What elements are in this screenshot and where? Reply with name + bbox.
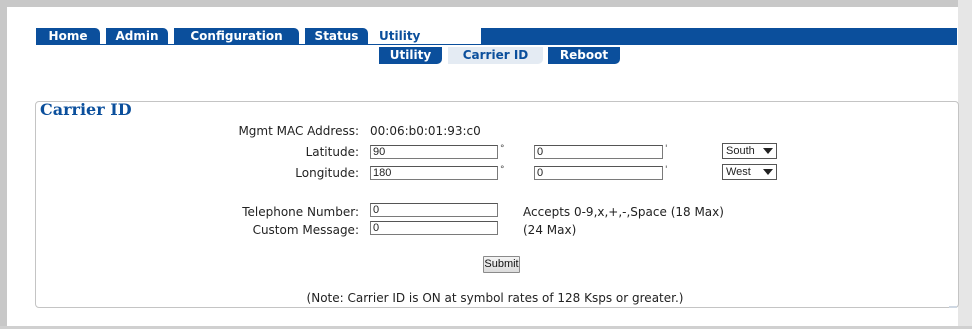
tab-utility[interactable]: Utility bbox=[374, 29, 481, 44]
subtab-reboot[interactable]: Reboot bbox=[548, 47, 620, 64]
minute-symbol: ' bbox=[665, 165, 668, 175]
carrier-id-note: (Note: Carrier ID is ON at symbol rates … bbox=[306, 291, 684, 305]
latitude-direction-select[interactable]: South bbox=[722, 143, 777, 159]
telephone-number-input[interactable]: 0 bbox=[370, 203, 498, 217]
degree-symbol: ° bbox=[500, 144, 505, 154]
tab-admin[interactable]: Admin bbox=[106, 28, 168, 45]
panel-title: Carrier ID bbox=[39, 102, 135, 118]
longitude-label: Longitude: bbox=[295, 166, 359, 180]
subtab-utility[interactable]: Utility bbox=[379, 47, 442, 64]
tab-home[interactable]: Home bbox=[36, 28, 100, 45]
telephone-number-hint: Accepts 0-9,x,+,-,Space (18 Max) bbox=[523, 205, 724, 219]
minute-symbol: ' bbox=[665, 144, 668, 154]
mac-address-value: 00:06:b0:01:93:c0 bbox=[370, 124, 481, 138]
chevron-down-icon bbox=[763, 169, 773, 175]
custom-message-hint: (24 Max) bbox=[523, 223, 577, 237]
latitude-degrees-input[interactable]: 90 bbox=[370, 145, 498, 159]
submit-button[interactable]: Submit bbox=[483, 256, 520, 273]
longitude-minutes-input[interactable]: 0 bbox=[534, 166, 663, 180]
telephone-number-label: Telephone Number: bbox=[242, 205, 359, 219]
longitude-direction-select[interactable]: West bbox=[722, 164, 777, 180]
custom-message-label: Custom Message: bbox=[252, 223, 359, 237]
window-frame-top bbox=[0, 0, 972, 7]
longitude-degrees-input[interactable]: 180 bbox=[370, 166, 498, 180]
tab-bar-fill bbox=[481, 28, 957, 45]
resize-grip bbox=[949, 306, 957, 308]
main-tab-bar: Home Admin Configuration Status Utility bbox=[36, 28, 957, 45]
subtab-carrier-id[interactable]: Carrier ID bbox=[448, 47, 543, 64]
tab-configuration[interactable]: Configuration bbox=[174, 28, 299, 45]
window-frame-left bbox=[0, 0, 7, 329]
tab-status[interactable]: Status bbox=[305, 28, 368, 45]
chevron-down-icon bbox=[763, 148, 773, 154]
latitude-minutes-input[interactable]: 0 bbox=[534, 145, 663, 159]
window-frame-right bbox=[958, 0, 972, 329]
custom-message-input[interactable]: 0 bbox=[370, 221, 498, 235]
longitude-direction-value: West bbox=[726, 166, 751, 178]
degree-symbol: ° bbox=[500, 165, 505, 175]
latitude-direction-value: South bbox=[726, 145, 755, 157]
latitude-label: Latitude: bbox=[305, 145, 359, 159]
tab-bar-underline bbox=[36, 44, 957, 45]
mac-address-label: Mgmt MAC Address: bbox=[238, 124, 359, 138]
